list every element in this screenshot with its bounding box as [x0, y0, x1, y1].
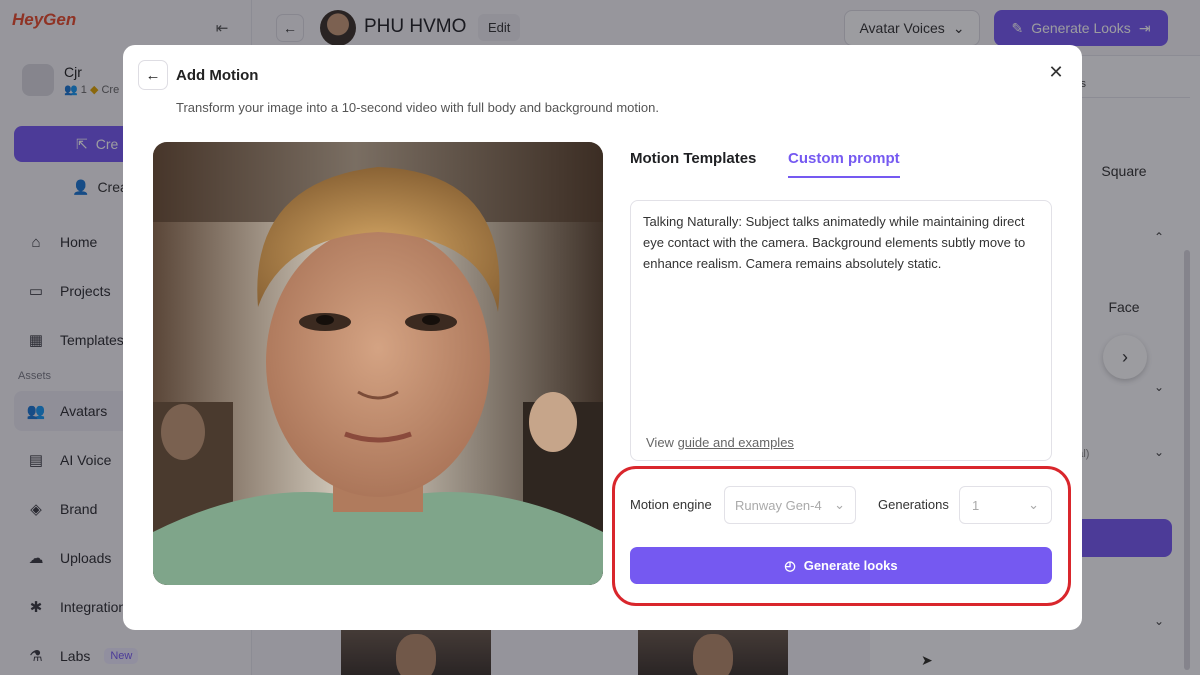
motion-engine-label: Motion engine: [630, 497, 712, 512]
guide-link-text[interactable]: guide and examples: [678, 435, 794, 450]
prompt-text[interactable]: Talking Naturally: Subject talks animate…: [643, 211, 1039, 274]
tab-motion-templates[interactable]: Motion Templates: [630, 150, 756, 176]
tab-custom-prompt[interactable]: Custom prompt: [788, 150, 900, 178]
modal-back-button[interactable]: ←: [138, 60, 168, 90]
guide-prefix: View: [646, 435, 678, 450]
generations-value: 1: [972, 497, 980, 513]
motion-engine-select[interactable]: Runway Gen-4 ⌄: [724, 486, 856, 524]
chevron-down-icon: ⌄: [1028, 497, 1039, 512]
close-icon: ✕: [1048, 61, 1064, 82]
motion-tabs: Motion Templates Custom prompt: [630, 150, 1050, 182]
generations-label: Generations: [878, 497, 949, 512]
arrow-left-icon: ←: [145, 66, 161, 84]
modal-title: Add Motion: [176, 67, 259, 84]
close-button[interactable]: ✕: [1045, 61, 1067, 83]
avatar-photo: [153, 142, 603, 585]
guide-link[interactable]: View guide and examples: [646, 435, 794, 450]
motion-engine-value: Runway Gen-4: [735, 497, 822, 513]
generate-looks-button[interactable]: ◴ Generate looks: [630, 547, 1052, 584]
add-motion-modal: ← Add Motion ✕ Transform your image into…: [123, 45, 1082, 630]
generations-select[interactable]: 1 ⌄: [959, 486, 1052, 524]
play-circle-icon: ◴: [784, 557, 796, 573]
custom-prompt-textarea[interactable]: Talking Naturally: Subject talks animate…: [630, 200, 1052, 461]
mouse-cursor-icon: ➤: [921, 652, 933, 668]
chevron-down-icon: ⌄: [834, 497, 845, 512]
generate-looks-label: Generate looks: [803, 558, 898, 573]
modal-subtitle: Transform your image into a 10-second vi…: [176, 100, 659, 115]
